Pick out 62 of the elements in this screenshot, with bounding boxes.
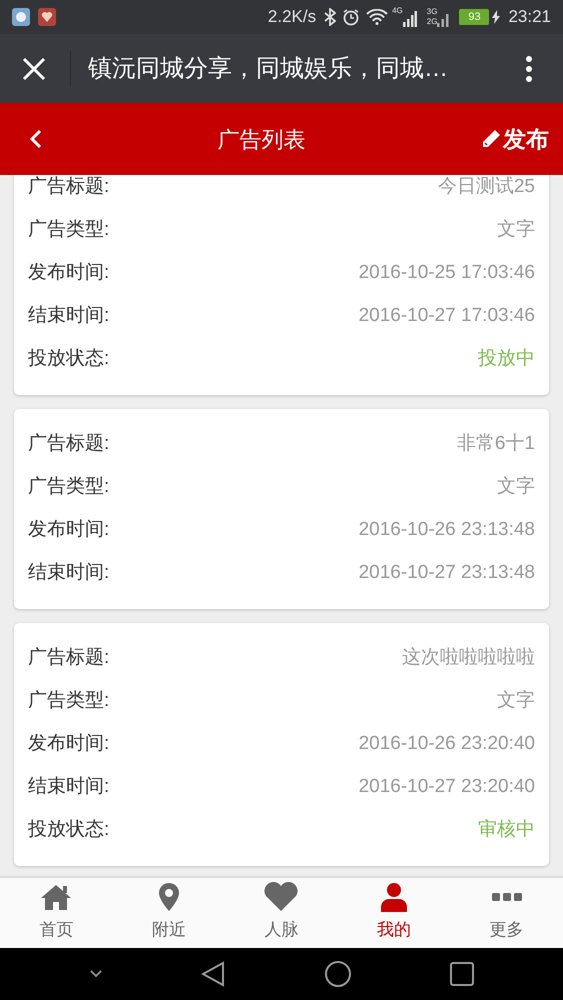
field-value: 2016-10-25 17:03:46 [358, 261, 535, 286]
field-label: 发布时间: [28, 518, 110, 542]
nav-tab[interactable]: 人脉 [225, 878, 338, 948]
home-icon[interactable] [324, 960, 352, 988]
wifi-icon [366, 9, 388, 25]
field-label: 广告类型: [28, 475, 110, 500]
signal-icon [402, 11, 417, 27]
network-type: 4G [392, 7, 403, 15]
field-label: 投放状态: [28, 347, 110, 372]
field-label: 结束时间: [28, 304, 110, 328]
field-label: 结束时间: [28, 775, 110, 800]
recents-icon[interactable] [450, 962, 474, 986]
more-options-icon[interactable] [525, 54, 533, 82]
field-label: 广告标题: [28, 175, 110, 200]
home-icon [40, 882, 72, 910]
field-value: 2016-10-26 23:20:40 [358, 732, 535, 756]
field-label: 投放状态: [28, 818, 110, 842]
network-type: 2G [426, 17, 438, 27]
battery-level: 93 [459, 9, 490, 25]
field-value: 文字 [497, 475, 535, 500]
field-value: 非常6十1 [456, 432, 535, 456]
field-label: 广告类型: [28, 689, 110, 714]
status-value: 审核中 [478, 818, 535, 842]
field-value: 文字 [497, 689, 535, 714]
alarm-icon [342, 8, 360, 26]
field-label: 结束时间: [28, 561, 110, 586]
field-label: 广告类型: [28, 218, 110, 242]
charging-icon [492, 10, 500, 24]
collapse-icon[interactable] [89, 970, 104, 978]
bluetooth-icon [324, 8, 336, 26]
nav-tab[interactable]: 我的 [338, 878, 450, 948]
field-label: 广告标题: [28, 646, 110, 670]
signal-icon [437, 11, 450, 27]
nav-tab[interactable]: 附近 [112, 878, 226, 948]
field-label: 发布时间: [28, 261, 110, 286]
publish-button[interactable]: 发布 [481, 122, 549, 156]
app-icon [38, 8, 56, 26]
pencil-icon [481, 129, 501, 149]
field-value: 2016-10-26 23:13:48 [358, 518, 535, 542]
field-value: 文字 [497, 218, 535, 242]
field-value: 今日测试25 [438, 175, 535, 200]
page-title: 镇沅同城分享，同城娱乐，同城… [88, 54, 449, 84]
nav-tab[interactable]: 更多 [450, 878, 563, 948]
back-icon[interactable] [201, 961, 226, 987]
more-icon [492, 892, 522, 902]
user-icon [380, 882, 408, 912]
heart-icon [263, 882, 300, 912]
clock-time: 23:21 [508, 6, 551, 28]
nav-tab[interactable]: 首页 [0, 878, 113, 948]
app-icon [12, 8, 30, 26]
network-speed: 2.2K/s [268, 6, 316, 28]
close-icon[interactable] [22, 56, 46, 80]
field-value: 2016-10-27 17:03:46 [358, 304, 535, 328]
field-label: 发布时间: [28, 732, 110, 756]
field-value: 2016-10-27 23:20:40 [358, 775, 535, 800]
map-pin-icon [158, 882, 180, 912]
field-label: 广告标题: [28, 432, 110, 456]
header-title: 广告列表 [216, 126, 306, 154]
status-value: 投放中 [478, 347, 535, 372]
network-type: 3G [426, 7, 438, 17]
field-value: 2016-10-27 23:13:48 [358, 561, 535, 586]
field-value: 这次啦啦啦啦啦 [402, 646, 535, 670]
